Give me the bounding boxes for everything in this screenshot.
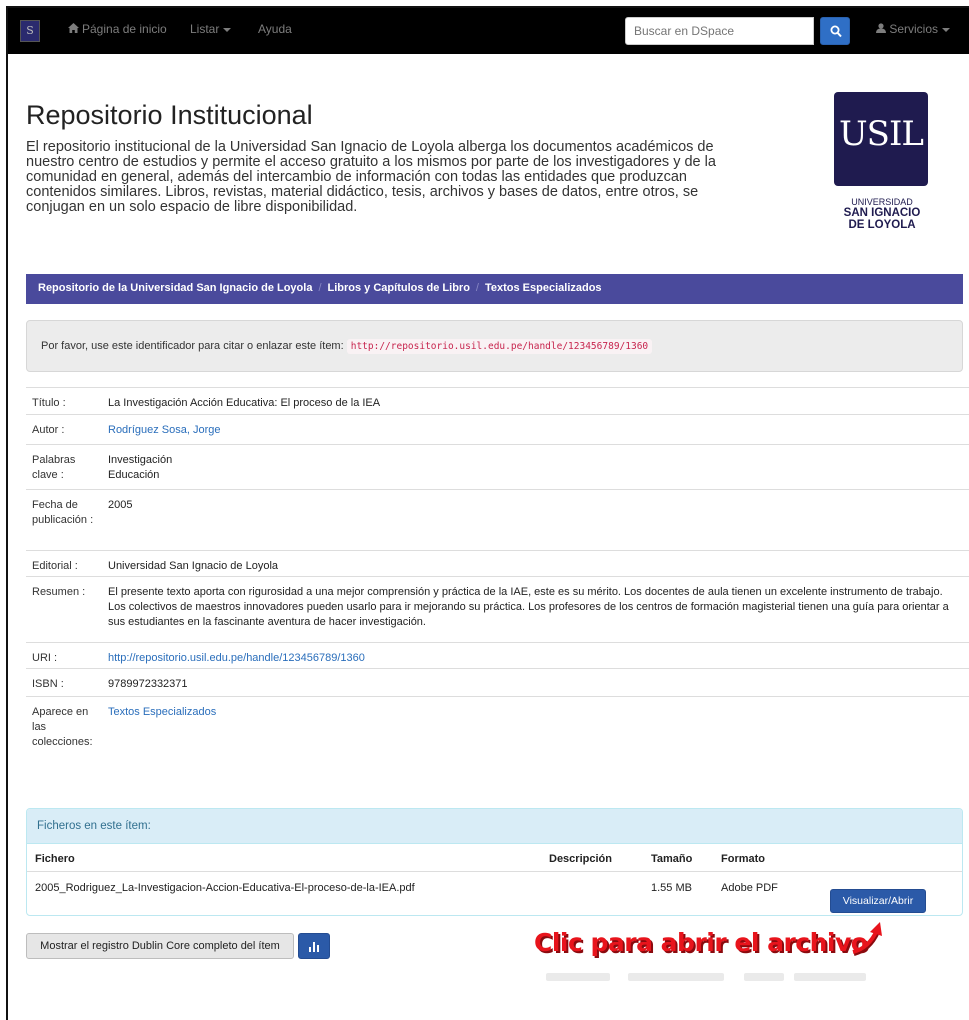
files-panel: Ficheros en este ítem: Fichero Descripci… — [26, 808, 963, 916]
collection-link[interactable]: Textos Especializados — [108, 706, 216, 718]
publisher: Universidad San Ignacio de Loyola — [108, 560, 279, 572]
author-link[interactable]: Rodríguez Sosa, Jorge — [108, 424, 221, 436]
nav-listar-dropdown[interactable]: Listar — [190, 22, 232, 36]
file-size: 1.55 MB — [651, 882, 692, 894]
usil-logo-text: UNIVERSIDAD SAN IGNACIO DE LOYOLA — [843, 197, 921, 231]
abstract: El presente texto aporta con rigurosidad… — [108, 586, 949, 628]
usil-logo-mark: USIL — [834, 92, 928, 186]
search-icon — [830, 25, 842, 38]
nav-servicios-label: Servicios — [889, 22, 939, 36]
nav-servicios-dropdown[interactable]: Servicios — [876, 22, 951, 36]
keyword: Investigación — [108, 454, 173, 466]
files-panel-title: Ficheros en este ítem: — [27, 809, 962, 844]
column-header-fichero: Fichero — [35, 853, 75, 865]
keyword: Educación — [108, 469, 160, 481]
column-header-tamano: Tamaño — [651, 853, 693, 865]
item-metadata-table: Título : La Investigación Acción Educati… — [26, 387, 969, 766]
citation-handle-url: http://repositorio.usil.edu.pe/handle/12… — [346, 339, 653, 354]
view-open-button[interactable]: Visualizar/Abrir — [830, 889, 926, 913]
metadata-row-uri: URI : http://repositorio.usil.edu.pe/han… — [26, 642, 969, 668]
home-icon — [68, 22, 79, 36]
nav-ayuda-link[interactable]: Ayuda — [258, 22, 292, 36]
metadata-row-editorial: Editorial : Universidad San Ignacio de L… — [26, 550, 969, 576]
metadata-row-titulo: Título : La Investigación Acción Educati… — [26, 387, 969, 414]
click-annotation: Clic para abrir el archivo — [534, 928, 868, 957]
metadata-row-colecciones: Aparece en las colecciones: Textos Espec… — [26, 696, 969, 766]
page-frame: S Página de inicio Listar Ayuda Servicio… — [6, 6, 969, 1020]
uri-link[interactable]: http://repositorio.usil.edu.pe/handle/12… — [108, 652, 365, 664]
nav-home-link[interactable]: Página de inicio — [68, 22, 167, 36]
search-button[interactable] — [820, 17, 850, 45]
nav-listar-label: Listar — [190, 22, 220, 36]
metadata-row-isbn: ISBN : 9789972332371 — [26, 668, 969, 696]
statistics-button[interactable] — [298, 933, 330, 959]
metadata-row-palabras-clave: Palabras clave : Investigación Educación — [26, 444, 969, 489]
nav-home-label: Página de inicio — [82, 22, 167, 36]
show-dublin-core-button[interactable]: Mostrar el registro Dublin Core completo… — [26, 933, 294, 959]
breadcrumb-item-libros[interactable]: Libros y Capítulos de Libro — [328, 282, 470, 294]
dspace-logo[interactable]: S — [20, 20, 40, 42]
header-divider — [27, 871, 962, 872]
publication-date: 2005 — [108, 499, 133, 511]
column-header-formato: Formato — [721, 853, 765, 865]
caret-down-icon — [223, 27, 232, 32]
metadata-row-fecha: Fecha de publicación : 2005 — [26, 489, 969, 550]
breadcrumb: Repositorio de la Universidad San Ignaci… — [26, 274, 963, 304]
annotation-arrow-icon — [852, 922, 882, 956]
citation-identifier-box: Por favor, use este identificador para c… — [26, 320, 963, 372]
user-icon — [876, 22, 889, 36]
caret-down-icon — [942, 27, 951, 32]
file-name-link[interactable]: 2005_Rodriguez_La-Investigacion-Accion-E… — [35, 882, 415, 894]
item-title: La Investigación Acción Educativa: El pr… — [108, 397, 381, 409]
reflection-decoration — [538, 973, 878, 981]
file-format: Adobe PDF — [721, 882, 778, 894]
search-input[interactable] — [625, 17, 814, 45]
top-navbar: S Página de inicio Listar Ayuda Servicio… — [8, 8, 969, 54]
breadcrumb-item-repositorio[interactable]: Repositorio de la Universidad San Ignaci… — [38, 282, 312, 294]
bar-chart-icon — [309, 942, 319, 952]
repository-description: El repositorio institucional de la Unive… — [26, 139, 716, 215]
metadata-row-autor: Autor : Rodríguez Sosa, Jorge — [26, 414, 969, 444]
column-header-descripcion: Descripción — [549, 853, 612, 865]
citation-instructions: Por favor, use este identificador para c… — [41, 340, 344, 352]
breadcrumb-item-textos[interactable]: Textos Especializados — [485, 282, 602, 294]
isbn-value: 9789972332371 — [108, 678, 188, 690]
metadata-row-resumen: Resumen : El presente texto aporta con r… — [26, 576, 969, 642]
page-title: Repositorio Institucional — [26, 100, 313, 130]
usil-logo: USIL UNIVERSIDAD SAN IGNACIO DE LOYOLA — [830, 92, 930, 244]
